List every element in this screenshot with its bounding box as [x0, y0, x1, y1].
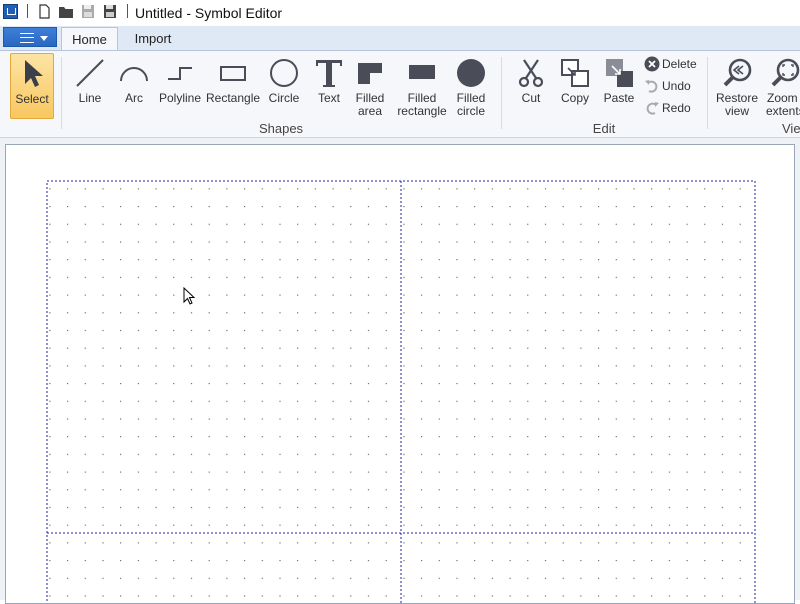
zoom-extents-button[interactable]: Zoom extents [764, 57, 800, 118]
delete-label: Delete [662, 57, 697, 71]
quick-access-separator [127, 4, 128, 18]
group-separator [61, 57, 62, 129]
line-button[interactable]: Line [72, 57, 108, 105]
rectangle-icon [220, 66, 246, 81]
save-as-icon[interactable] [103, 4, 117, 19]
scissors-icon [518, 59, 544, 88]
redo-button[interactable]: Redo [644, 99, 700, 117]
restore-view-label-line2: view [724, 104, 749, 118]
cut-label: Cut [521, 91, 541, 105]
line-label: Line [78, 91, 102, 105]
polyline-icon [168, 67, 192, 80]
text-label: Text [317, 91, 340, 105]
app-menu-button[interactable] [3, 27, 57, 47]
select-label: Select [15, 92, 49, 106]
paste-icon [606, 59, 633, 87]
new-file-icon[interactable] [37, 4, 51, 19]
filled-rectangle-icon [409, 65, 435, 79]
view-group-label: View [782, 121, 800, 136]
filled-rectangle-label-line2: rectangle [397, 104, 447, 118]
filled-circle-button[interactable]: Filled circle [453, 57, 489, 118]
circle-label: Circle [268, 91, 300, 105]
filled-circle-label-line2: circle [456, 104, 485, 118]
chevron-down-icon [40, 36, 48, 41]
polyline-label: Polyline [158, 91, 202, 105]
redo-icon [646, 102, 659, 115]
cursor-arrow-icon [25, 60, 43, 87]
filled-area-label-line2: area [357, 104, 383, 118]
menu-icon [20, 33, 34, 43]
arc-icon [120, 67, 148, 82]
delete-icon [644, 56, 660, 72]
edit-group-label: Edit [592, 121, 616, 136]
restore-view-icon [723, 58, 752, 87]
title-bar: Untitled - Symbol Editor [0, 0, 800, 26]
grid-dots [47, 181, 755, 603]
undo-button[interactable]: Undo [644, 77, 700, 95]
window-title: Untitled - Symbol Editor [135, 5, 283, 21]
text-button[interactable]: Text [311, 57, 347, 105]
circle-icon [270, 59, 298, 87]
filled-area-button[interactable]: Filled area [352, 57, 388, 118]
undo-icon [645, 80, 658, 93]
arc-button[interactable]: Arc [116, 57, 152, 105]
group-separator [707, 57, 708, 129]
copy-button[interactable]: Copy [556, 57, 594, 105]
tab-import[interactable]: Import [122, 27, 184, 50]
text-icon [316, 60, 342, 87]
rectangle-label: Rectangle [206, 91, 261, 105]
arc-label: Arc [125, 91, 143, 105]
tab-home[interactable]: Home [61, 27, 118, 50]
zoom-extents-label-line2: extents [766, 104, 800, 118]
cut-button[interactable]: Cut [513, 57, 549, 105]
ribbon-tab-strip [0, 26, 800, 50]
copy-icon [561, 59, 589, 87]
redo-label: Redo [662, 101, 691, 115]
save-icon[interactable] [81, 4, 95, 19]
mouse-cursor-icon [183, 287, 196, 305]
filled-circle-icon [457, 59, 485, 87]
filled-rectangle-button[interactable]: Filled rectangle [394, 57, 450, 118]
filled-area-icon [358, 63, 382, 84]
drawing-canvas[interactable] [5, 144, 795, 604]
undo-label: Undo [662, 79, 691, 93]
select-button[interactable]: Select [10, 53, 54, 119]
polyline-button[interactable]: Polyline [157, 57, 203, 105]
zoom-extents-icon [771, 58, 800, 87]
copy-label: Copy [560, 91, 589, 105]
circle-button[interactable]: Circle [266, 57, 302, 105]
open-folder-icon[interactable] [58, 4, 74, 19]
rectangle-button[interactable]: Rectangle [206, 57, 260, 105]
group-separator [501, 57, 502, 129]
restore-view-button[interactable]: Restore view [714, 57, 760, 118]
delete-button[interactable]: Delete [644, 55, 700, 73]
grid-and-page-layout [46, 180, 756, 603]
paste-button[interactable]: Paste [600, 57, 638, 105]
quick-access-separator [27, 4, 28, 18]
line-icon [76, 59, 104, 87]
shapes-group-label: Shapes [258, 121, 304, 136]
app-icon[interactable] [3, 4, 18, 19]
paste-label: Paste [603, 91, 635, 105]
